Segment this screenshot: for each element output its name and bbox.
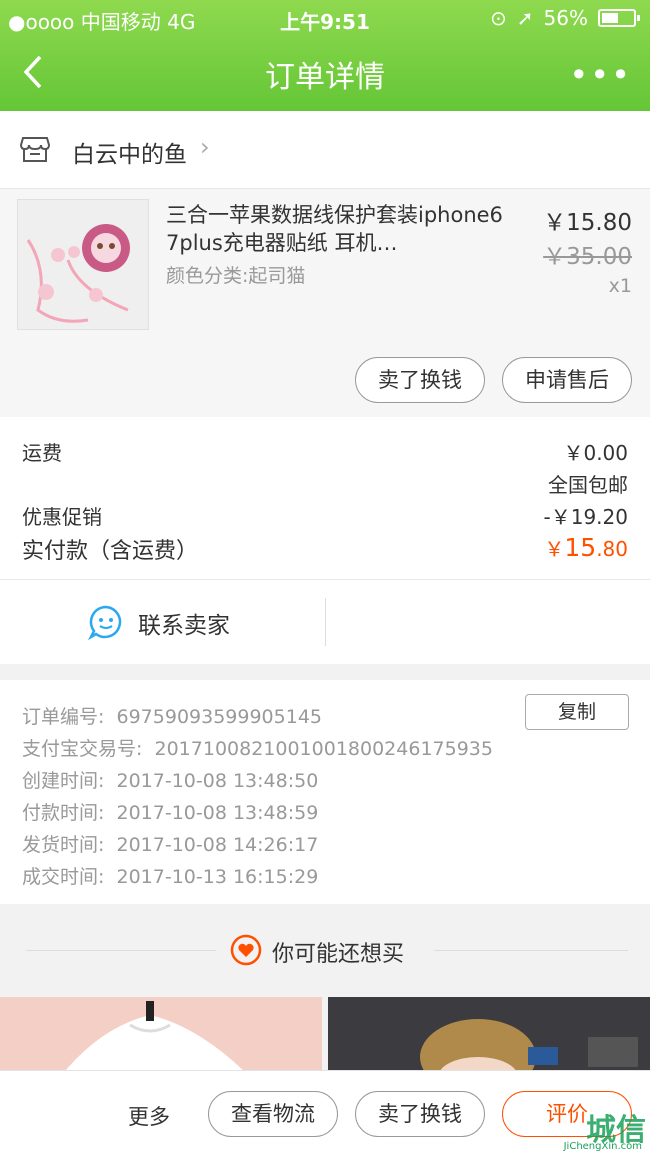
product-price: ￥15.80 — [543, 210, 632, 236]
order-number-row: 订单编号: 69759093599905145 — [22, 702, 322, 729]
paid-time-row: 付款时间: 2017-10-08 13:48:59 — [22, 798, 318, 825]
product-title: 三合一苹果数据线保护套装iphone6 7plus充电器贴纸 耳机… — [166, 203, 503, 255]
paid-label: 实付款（含运费） — [22, 539, 199, 564]
sell-for-cash-button[interactable]: 卖了换钱 — [355, 357, 485, 403]
more-menu-button[interactable]: ••• — [569, 56, 632, 94]
divider — [434, 950, 628, 951]
created-time-row: 创建时间: 2017-10-08 13:48:50 — [22, 766, 318, 793]
info-value: 2017-10-08 13:48:50 — [116, 770, 319, 792]
chat-bubble-icon — [87, 604, 124, 644]
info-value: 2017-10-13 16:15:29 — [116, 866, 319, 888]
info-value: 69759093599905145 — [116, 706, 323, 728]
header: ●oooo 中国移动 4G 上午9:51 ⊙ ➚ 56% 订单详情 ••• — [0, 0, 650, 111]
divider — [26, 950, 216, 951]
divider — [325, 598, 326, 646]
shipping-value: ￥0.00 — [563, 441, 628, 465]
paid-int: 15 — [564, 533, 597, 562]
contact-seller-button[interactable]: 联系卖家 — [0, 580, 326, 664]
rotation-lock-icon: ⊙ — [490, 6, 507, 30]
info-label: 发货时间: — [22, 834, 105, 856]
status-bar: ●oooo 中国移动 4G 上午9:51 ⊙ ➚ 56% — [0, 0, 650, 38]
alipay-trade-row: 支付宝交易号: 2017100821001001800246175935 — [22, 734, 493, 761]
paid-amount: ￥15.80 — [544, 533, 628, 562]
paid-dec: .80 — [596, 537, 628, 561]
shipping-note: 全国包邮 — [548, 473, 628, 497]
info-label: 创建时间: — [22, 770, 105, 792]
info-value: 2017-10-08 13:48:59 — [116, 802, 319, 824]
recommend-header: 你可能还想买 — [0, 904, 650, 997]
info-label: 付款时间: — [22, 802, 105, 824]
info-value: 2017100821001001800246175935 — [154, 738, 493, 760]
order-info: 订单编号: 69759093599905145 支付宝交易号: 20171008… — [0, 680, 650, 904]
product-sku: 颜色分类:起司猫 — [166, 265, 306, 287]
product-original-price: ￥35.00 — [543, 244, 632, 270]
shipped-time-row: 发货时间: 2017-10-08 14:26:17 — [22, 830, 318, 857]
discount-value: -￥19.20 — [543, 505, 628, 529]
recommend-item-image[interactable] — [328, 997, 650, 1077]
shop-row[interactable]: 白云中的鱼 › — [0, 111, 650, 189]
sell-for-cash-button[interactable]: 卖了换钱 — [355, 1091, 485, 1137]
store-icon — [19, 135, 51, 167]
info-label: 订单编号: — [22, 706, 105, 728]
info-label: 成交时间: — [22, 866, 105, 888]
completed-time-row: 成交时间: 2017-10-13 16:15:29 — [22, 862, 318, 889]
contact-bar: 联系卖家 — [0, 580, 650, 664]
discount-label: 优惠促销 — [22, 505, 102, 529]
recommend-label: 你可能还想买 — [272, 942, 405, 967]
page-title: 订单详情 — [265, 60, 385, 95]
status-right: ⊙ ➚ 56% — [490, 6, 640, 30]
recommend-item-image[interactable] — [0, 997, 322, 1077]
after-sale-button[interactable]: 申请售后 — [502, 357, 632, 403]
chevron-right-icon: › — [200, 133, 210, 161]
info-label: 支付宝交易号: — [22, 738, 143, 760]
product-quantity: x1 — [608, 275, 632, 297]
contact-seller-label: 联系卖家 — [138, 613, 230, 639]
watermark-url: JiChengXin.com — [563, 1141, 642, 1152]
battery-icon — [598, 9, 640, 27]
shop-name: 白云中的鱼 — [72, 142, 187, 168]
more-button[interactable]: 更多 — [128, 1101, 170, 1131]
price-summary: 运费 ￥0.00 全国包邮 优惠促销 -￥19.20 实付款（含运费） ￥15.… — [0, 417, 650, 580]
product-image[interactable] — [17, 199, 149, 330]
info-value: 2017-10-08 14:26:17 — [116, 834, 319, 856]
location-icon: ➚ — [516, 6, 534, 30]
copy-order-number-button[interactable]: 复制 — [525, 694, 629, 730]
battery-percent: 56% — [543, 6, 588, 30]
view-logistics-button[interactable]: 查看物流 — [208, 1091, 338, 1137]
paid-currency: ￥ — [544, 537, 565, 561]
product-card[interactable]: 三合一苹果数据线保护套装iphone6 7plus充电器贴纸 耳机… 颜色分类:… — [0, 189, 650, 417]
bottom-action-bar: 更多 查看物流 卖了换钱 评价 城信 JiChengXin.com — [0, 1070, 650, 1156]
shipping-label: 运费 — [22, 441, 62, 465]
heart-icon — [230, 934, 262, 970]
